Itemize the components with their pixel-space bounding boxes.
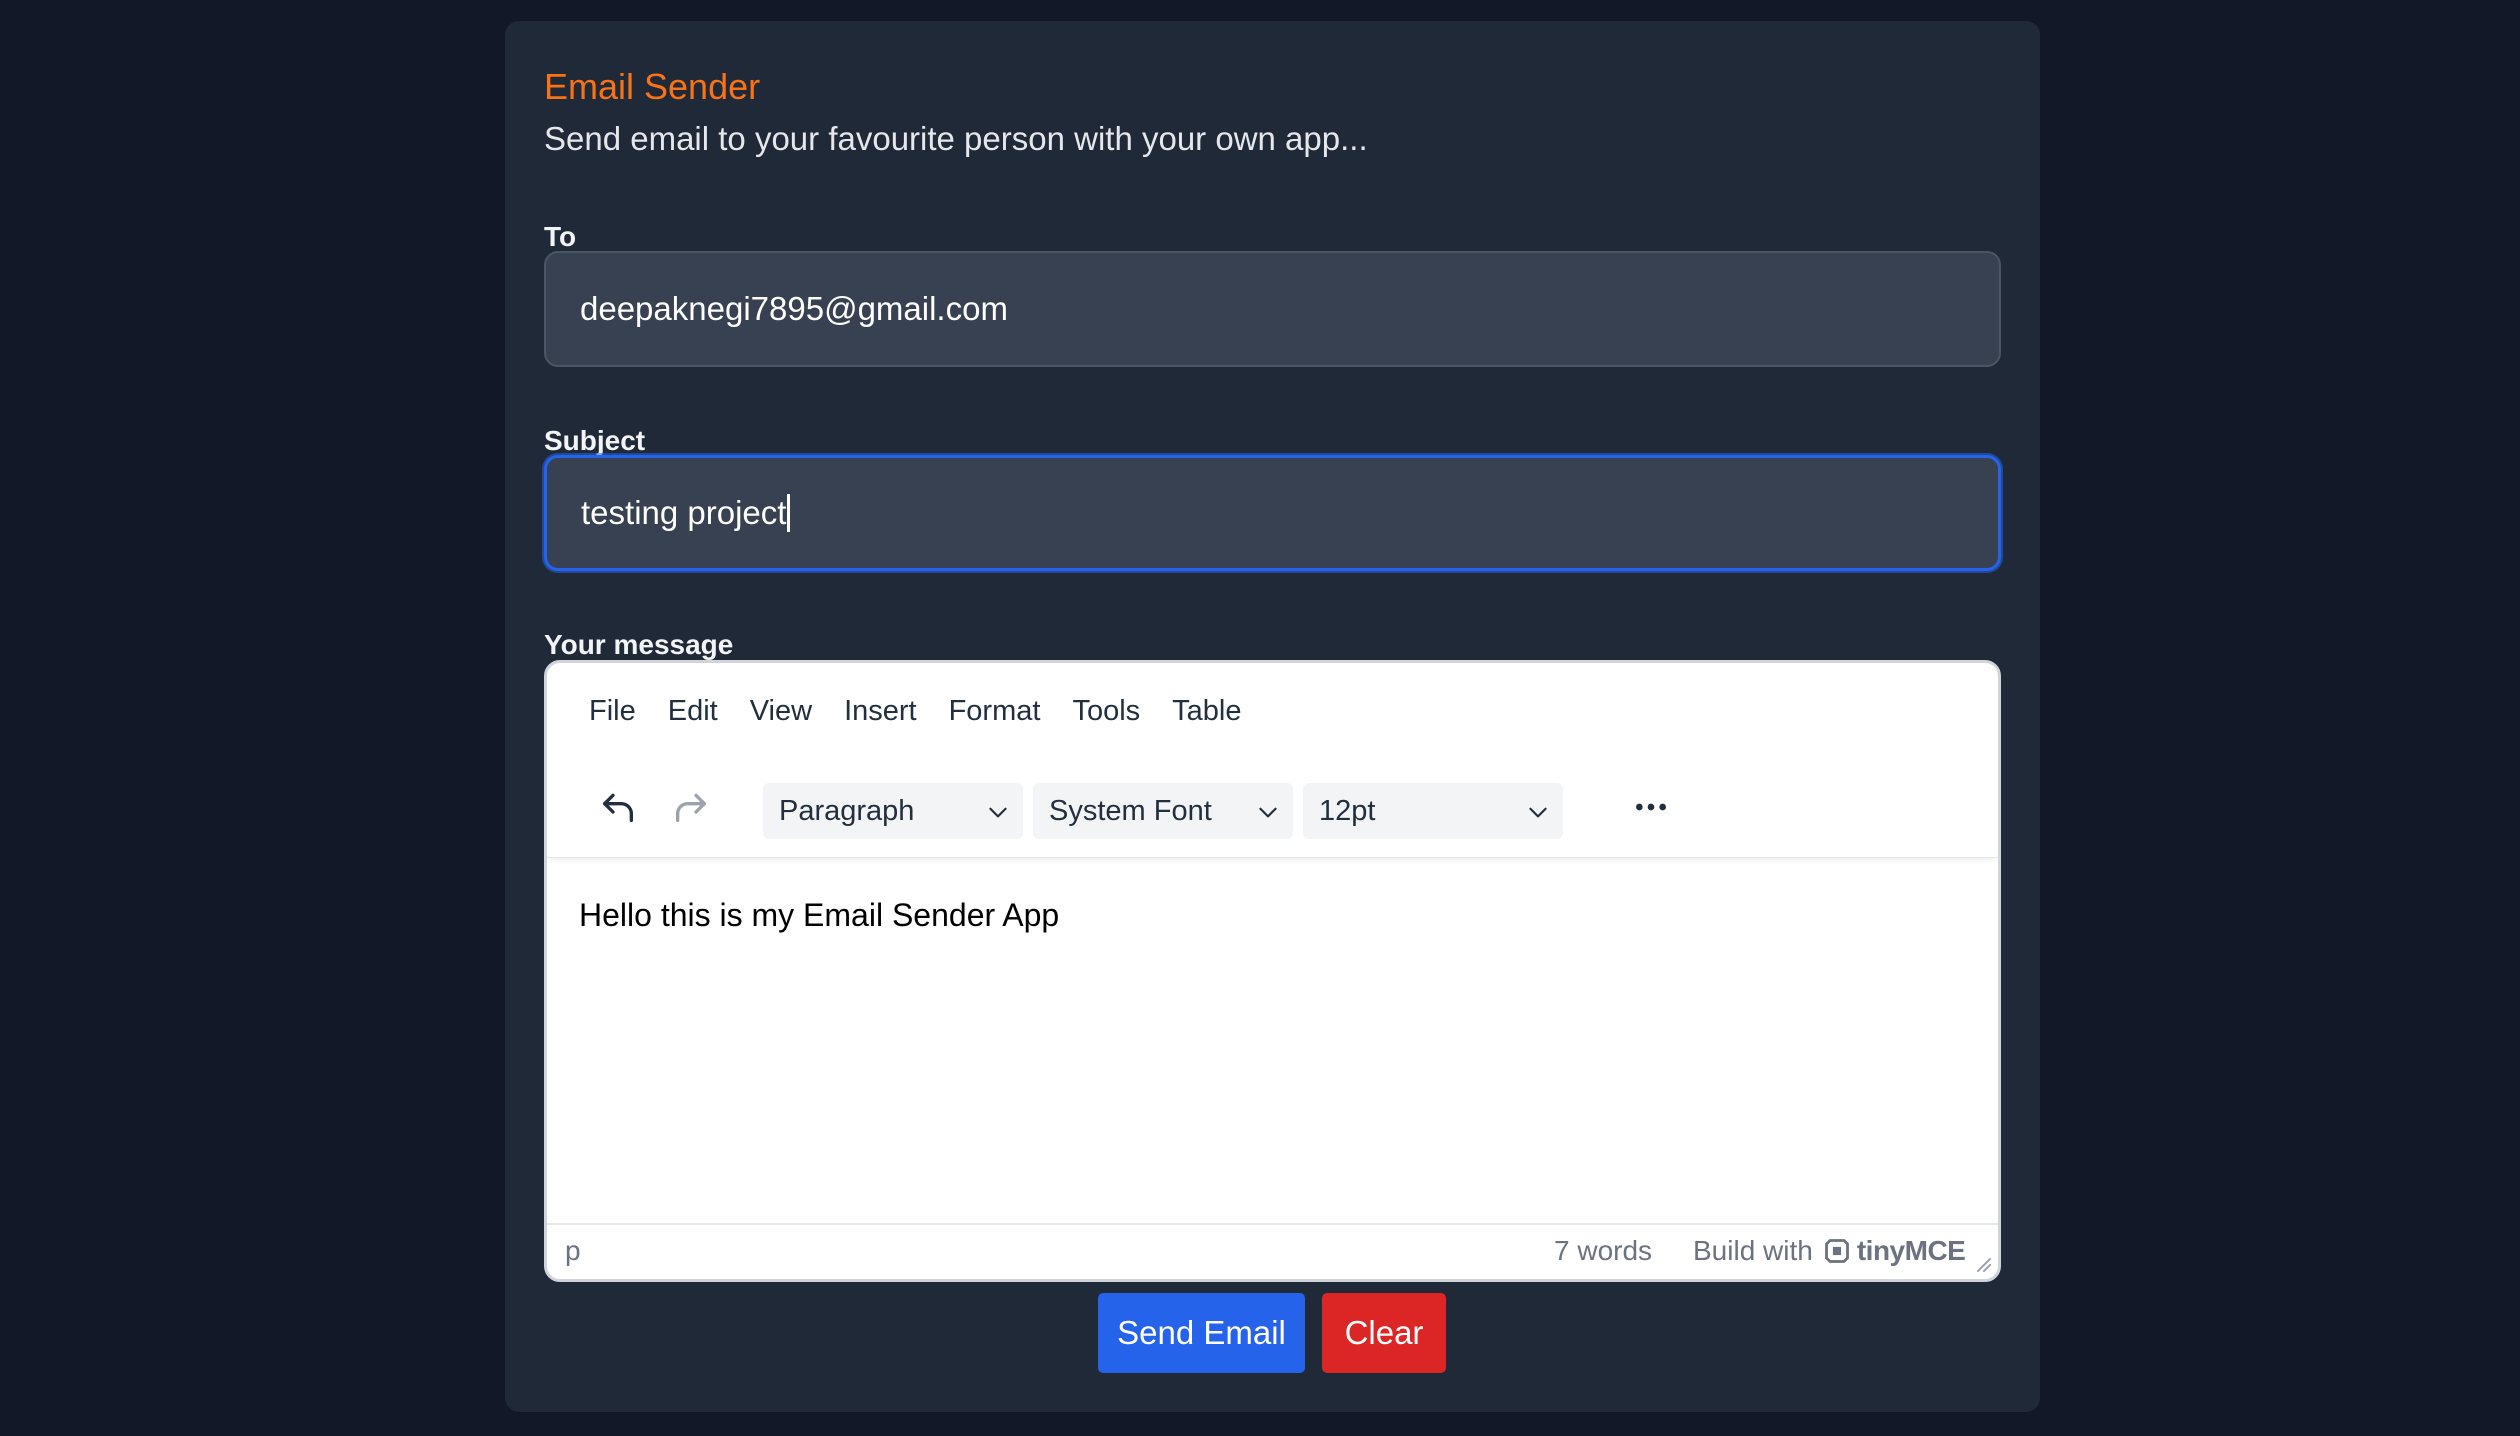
menu-edit[interactable]: Edit [652, 685, 734, 738]
menu-view[interactable]: View [734, 685, 828, 738]
block-format-select[interactable]: Paragraph [763, 783, 1023, 839]
build-with-label: Build with [1693, 1235, 1813, 1266]
tinymce-logo-icon [1824, 1239, 1849, 1263]
undo-button[interactable] [588, 777, 648, 837]
more-button[interactable] [1621, 777, 1681, 837]
to-label: To [544, 221, 577, 252]
editor-statusbar: p 7 words Build with tinyMCE [547, 1223, 1998, 1279]
send-email-button[interactable]: Send Email [1098, 1293, 1305, 1373]
menu-file[interactable]: File [573, 685, 652, 738]
page-title: Email Sender [544, 66, 761, 107]
subject-label: Subject [544, 425, 646, 456]
brand-name: tinyMCE [1856, 1235, 1966, 1266]
redo-icon [676, 793, 706, 822]
font-family-value: System Font [1049, 794, 1212, 827]
resize-handle-icon[interactable] [1972, 1253, 1992, 1273]
subject-input-value: testing project [581, 494, 787, 531]
text-caret [787, 494, 791, 532]
menu-insert[interactable]: Insert [828, 685, 933, 738]
more-icon [1636, 803, 1666, 811]
to-input[interactable]: deepaknegi7895@gmail.com [544, 251, 2001, 367]
font-size-select[interactable]: 12pt [1303, 783, 1563, 839]
menu-format[interactable]: Format [933, 685, 1057, 738]
message-label: Your message [544, 629, 734, 660]
word-count[interactable]: 7 words [1554, 1235, 1652, 1267]
editor-toolbar: Paragraph System Font 12pt [547, 759, 1998, 858]
email-form-card: Email Sender Send email to your favourit… [505, 21, 2040, 1412]
chevron-down-icon [1259, 807, 1277, 818]
font-family-select[interactable]: System Font [1033, 783, 1293, 839]
element-path[interactable]: p [565, 1235, 581, 1267]
block-format-value: Paragraph [779, 794, 915, 827]
menu-tools[interactable]: Tools [1056, 685, 1156, 738]
chevron-down-icon [989, 807, 1007, 818]
clear-button[interactable]: Clear [1322, 1293, 1446, 1373]
redo-button[interactable] [661, 777, 721, 837]
page-subtitle: Send email to your favourite person with… [544, 120, 1368, 157]
editor-content[interactable]: Hello this is my Email Sender App [579, 897, 1059, 934]
editor-menubar: File Edit View Insert Format Tools Table [547, 663, 1998, 759]
chevron-down-icon [1529, 807, 1547, 818]
subject-input[interactable]: testing project [544, 455, 2001, 571]
menu-table[interactable]: Table [1156, 685, 1257, 738]
undo-icon [603, 793, 633, 822]
tinymce-branding[interactable]: Build with tinyMCE [1693, 1235, 1966, 1267]
rich-text-editor: File Edit View Insert Format Tools Table [544, 660, 2001, 1282]
font-size-value: 12pt [1319, 794, 1376, 827]
to-input-value: deepaknegi7895@gmail.com [580, 290, 1008, 327]
